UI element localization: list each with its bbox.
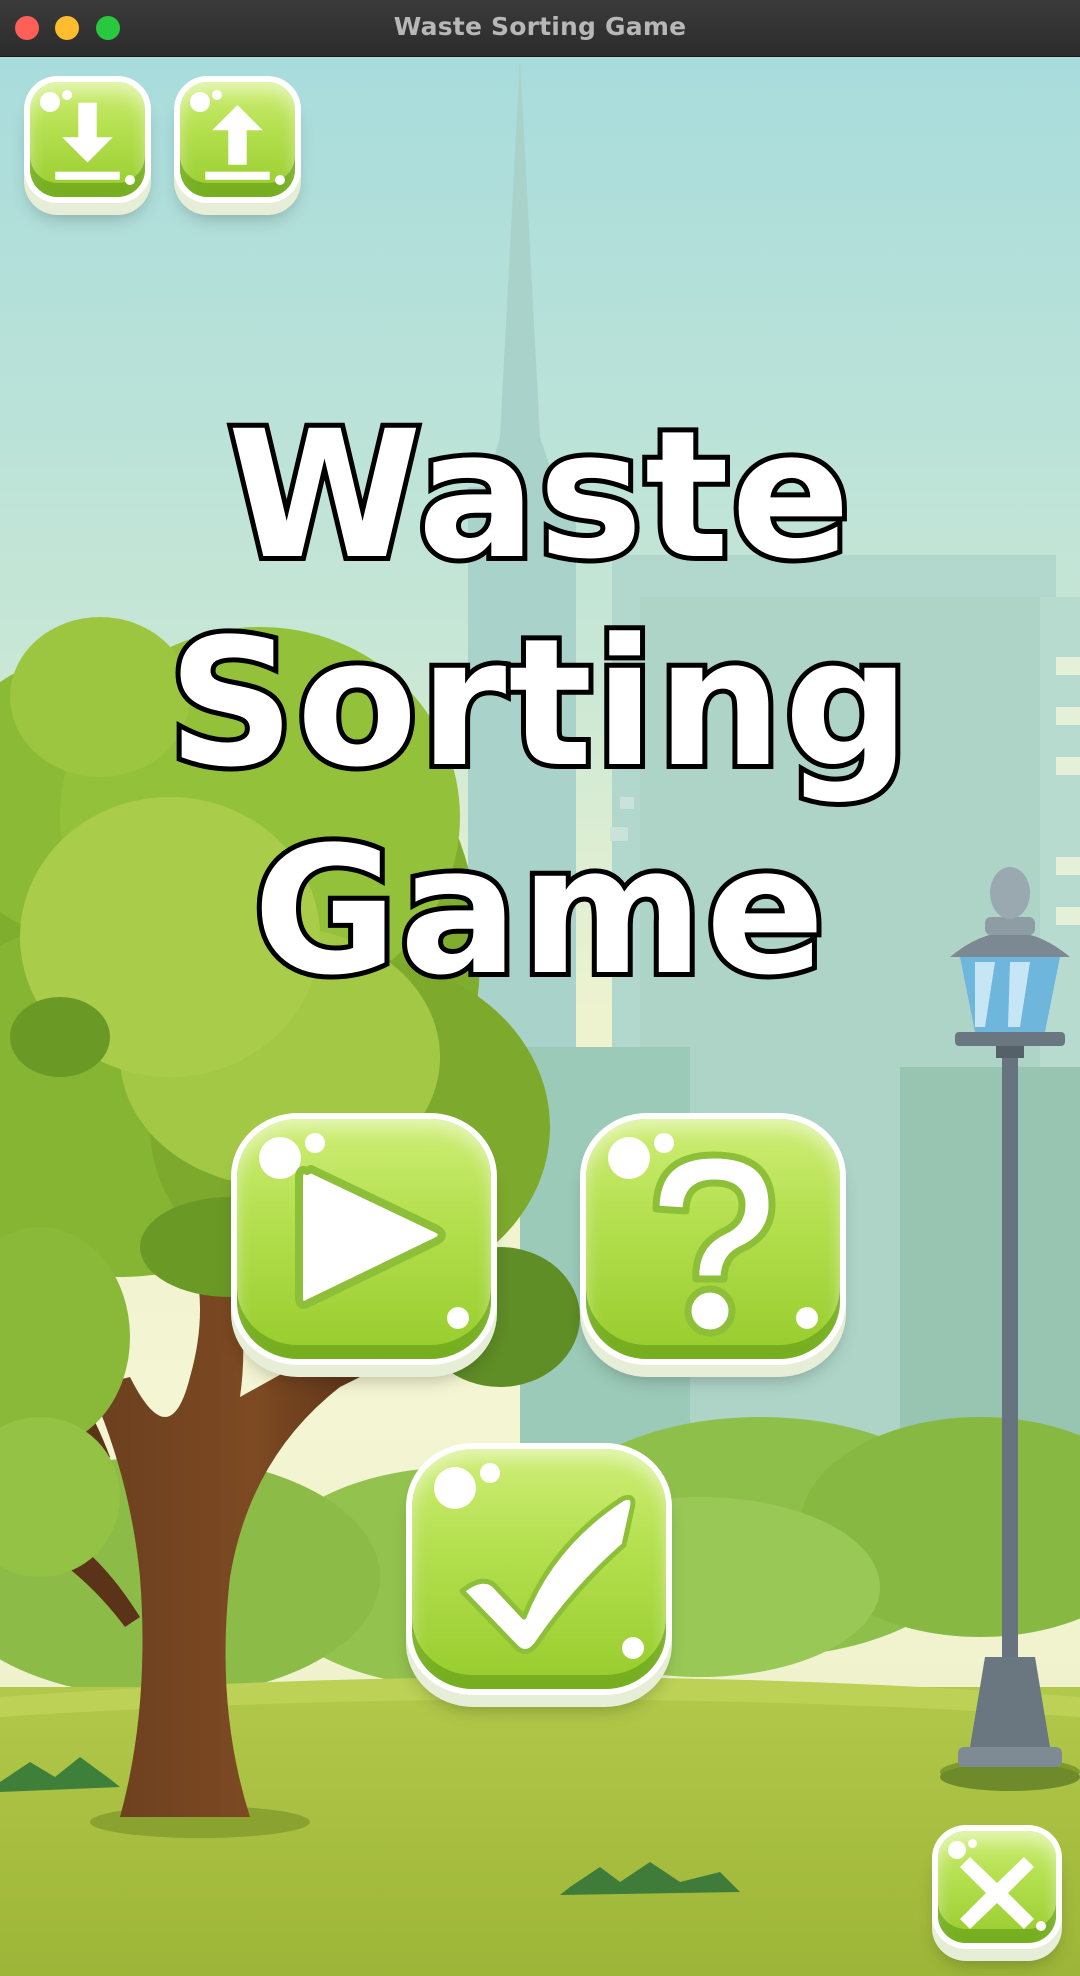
confirm-button[interactable] xyxy=(412,1449,666,1689)
play-button[interactable] xyxy=(237,1119,491,1359)
close-icon xyxy=(960,1857,1034,1929)
play-icon xyxy=(295,1165,446,1309)
app-window: Waste Sorting Game Waste Sorting Game xyxy=(0,0,1080,1976)
window-title: Waste Sorting Game xyxy=(393,12,687,41)
download-button[interactable] xyxy=(30,82,145,197)
game-title-line-1: Waste xyxy=(223,388,856,603)
title-bar: Waste Sorting Game xyxy=(0,0,1080,57)
download-icon xyxy=(55,102,120,180)
upload-button[interactable] xyxy=(180,82,295,197)
game-scene: Waste Sorting Game xyxy=(0,57,1080,1976)
game-title-line-3: Game xyxy=(248,804,830,1019)
checkmark-icon xyxy=(459,1494,636,1654)
help-button[interactable] xyxy=(586,1119,840,1359)
game-title: Waste Sorting Game xyxy=(90,388,990,1019)
question-mark-icon xyxy=(652,1151,776,1337)
game-title-line-2: Sorting xyxy=(163,596,915,811)
close-button[interactable] xyxy=(938,1831,1056,1943)
upload-icon xyxy=(205,105,270,180)
